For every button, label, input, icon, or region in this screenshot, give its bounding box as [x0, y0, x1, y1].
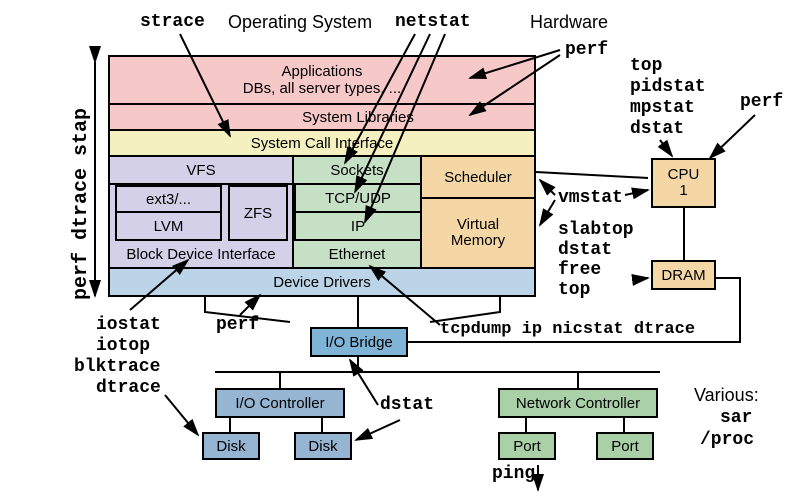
tool-perf-right: perf — [740, 92, 783, 112]
tool-netstat: netstat — [395, 12, 471, 32]
tool-pidstat: pidstat — [630, 77, 706, 97]
os-scheduler: Scheduler — [422, 157, 536, 199]
tool-free: free — [558, 260, 601, 280]
tool-tcpdump-etc: tcpdump ip nicstat dtrace — [440, 320, 695, 339]
os-sockets: Sockets — [294, 157, 422, 185]
vmem-l1: Virtual — [457, 217, 499, 234]
tool-iostat: iostat — [96, 315, 161, 335]
tool-dtrace: dtrace — [96, 378, 161, 398]
hw-iobridge: I/O Bridge — [310, 327, 408, 357]
hw-dram: DRAM — [651, 260, 716, 290]
header-os: Operating System — [228, 12, 372, 33]
os-zfs: ZFS — [228, 185, 288, 241]
tool-vmstat: vmstat — [558, 188, 623, 208]
os-vfs: VFS — [108, 157, 294, 185]
os-applications: Applications DBs, all server types, ... — [108, 55, 536, 105]
header-hw: Hardware — [530, 12, 608, 33]
side-tools-label: perf dtrace stap — [70, 75, 93, 300]
os-syslib: System Libraries — [180, 105, 536, 131]
tool-dstat2: dstat — [558, 240, 612, 260]
apps-l1: Applications — [282, 63, 363, 80]
hw-disk1: Disk — [202, 432, 260, 460]
tool-top: top — [630, 56, 662, 76]
tool-mpstat: mpstat — [630, 98, 695, 118]
os-tcpudp: TCP/UDP — [294, 185, 422, 213]
hw-disk2: Disk — [294, 432, 352, 460]
tool-strace: strace — [140, 12, 205, 32]
hw-port2: Port — [596, 432, 654, 460]
os-syslib-filler — [108, 105, 182, 131]
tool-perf-mid: perf — [216, 315, 259, 335]
apps-l2: DBs, all server types, ... — [243, 80, 401, 97]
os-vmem: Virtual Memory — [422, 199, 536, 269]
tool-sar: sar — [720, 408, 752, 428]
tool-slabtop: slabtop — [558, 220, 634, 240]
label-various: Various: — [694, 385, 759, 406]
os-lvm: LVM — [115, 213, 222, 241]
tool-top2: top — [558, 280, 590, 300]
vmem-l2: Memory — [451, 233, 505, 250]
os-ext3: ext3/... — [115, 185, 222, 213]
os-drivers: Device Drivers — [108, 269, 536, 297]
cpu-l2: 1 — [679, 183, 687, 200]
hw-port1: Port — [498, 432, 556, 460]
tool-iotop: iotop — [96, 336, 150, 356]
os-eth: Ethernet — [294, 241, 422, 269]
os-sci: System Call Interface — [108, 131, 536, 157]
tool-proc: /proc — [700, 430, 754, 450]
hw-cpu: CPU 1 — [651, 158, 716, 208]
os-ip: IP — [294, 213, 422, 241]
tool-perf-top: perf — [565, 40, 608, 60]
hw-netctrl: Network Controller — [498, 388, 658, 418]
os-bdi: Block Device Interface — [108, 241, 294, 269]
tool-blktrace: blktrace — [74, 357, 160, 377]
tool-ping: ping — [492, 464, 535, 484]
hw-ioctrl: I/O Controller — [215, 388, 345, 418]
cpu-l1: CPU — [668, 167, 700, 184]
tool-dstat3: dstat — [380, 395, 434, 415]
tool-dstat1: dstat — [630, 119, 684, 139]
